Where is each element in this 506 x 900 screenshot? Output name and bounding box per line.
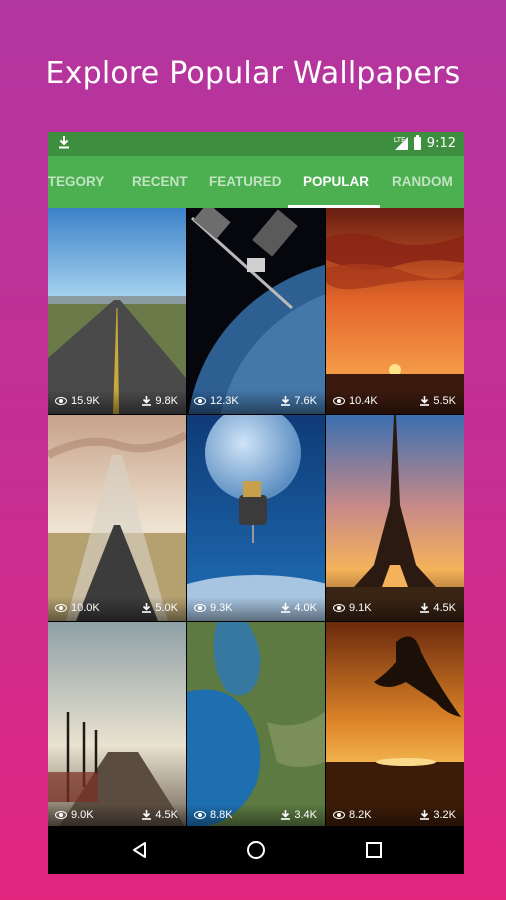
download-count: 7.6K — [294, 395, 317, 407]
wallpaper-tile-road[interactable]: 15.9K 9.8K — [48, 208, 186, 414]
download-count: 4.5K — [433, 602, 456, 614]
views-icon — [333, 397, 345, 405]
view-count: 9.0K — [71, 809, 94, 821]
back-icon[interactable] — [128, 838, 152, 862]
download-count: 4.5K — [155, 809, 178, 821]
dolphin-sunset-image — [326, 622, 464, 828]
downloads-icon — [281, 396, 291, 406]
download-count: 3.2K — [433, 809, 456, 821]
views-icon — [55, 397, 67, 405]
status-bar: LTE 9:12 — [48, 132, 464, 156]
downloads-icon — [420, 810, 430, 820]
tile-stats: 12.3K 7.6K — [187, 390, 325, 414]
wallpaper-tile-moon-satellite[interactable]: 9.3K 4.0K — [187, 415, 325, 621]
wallpaper-grid: 15.9K 9.8K 12.3K 7.6K 10.4K 5.5K 10.0K 5… — [48, 208, 464, 828]
wallpaper-tile-eiffel-tower[interactable]: 9.1K 4.5K — [326, 415, 464, 621]
tile-stats: 9.0K 4.5K — [48, 804, 186, 828]
signal-icon: LTE — [394, 136, 408, 150]
view-count: 8.2K — [349, 809, 372, 821]
downloads-icon — [142, 603, 152, 613]
view-count: 15.9K — [71, 395, 100, 407]
views-icon — [194, 397, 206, 405]
tab-category[interactable]: ATEGORY — [48, 156, 104, 208]
views-icon — [333, 604, 345, 612]
tab-bar: ATEGORY RECENT FEATURED POPULAR RANDOM — [48, 156, 464, 208]
tab-popular[interactable]: POPULAR — [303, 156, 369, 208]
downloads-icon — [142, 396, 152, 406]
tab-random[interactable]: RANDOM — [392, 156, 453, 208]
road-image — [48, 208, 186, 414]
clock: 9:12 — [426, 136, 456, 151]
view-count: 8.8K — [210, 809, 233, 821]
home-icon[interactable] — [244, 838, 268, 862]
pier-lamps-image — [48, 622, 186, 828]
tile-stats: 8.8K 3.4K — [187, 804, 325, 828]
download-count: 5.5K — [433, 395, 456, 407]
tile-stats: 15.9K 9.8K — [48, 390, 186, 414]
page-headline: Explore Popular Wallpapers — [45, 56, 461, 91]
wallpaper-tile-space-station[interactable]: 12.3K 7.6K — [187, 208, 325, 414]
tile-stats: 8.2K 3.2K — [326, 804, 464, 828]
downloads-icon — [420, 603, 430, 613]
view-count: 12.3K — [210, 395, 239, 407]
wallpaper-tile-pier-lamps[interactable]: 9.0K 4.5K — [48, 622, 186, 828]
tile-stats: 10.4K 5.5K — [326, 390, 464, 414]
view-count: 9.3K — [210, 602, 233, 614]
wallpaper-tile-desert-road[interactable]: 10.0K 5.0K — [48, 415, 186, 621]
downloads-icon — [281, 810, 291, 820]
tab-recent[interactable]: RECENT — [132, 156, 188, 208]
tab-featured[interactable]: FEATURED — [209, 156, 282, 208]
tile-stats: 9.3K 4.0K — [187, 597, 325, 621]
downloads-icon — [281, 603, 291, 613]
desert-road-image — [48, 415, 186, 621]
views-icon — [194, 811, 206, 819]
sunset-clouds-image — [326, 208, 464, 414]
views-icon — [194, 604, 206, 612]
download-count: 5.0K — [155, 602, 178, 614]
wallpaper-tile-dolphin-sunset[interactable]: 8.2K 3.2K — [326, 622, 464, 828]
views-icon — [55, 811, 67, 819]
navigation-bar — [48, 826, 464, 874]
battery-icon — [413, 135, 421, 150]
eiffel-tower-image — [326, 415, 464, 621]
recents-icon[interactable] — [362, 838, 386, 862]
download-count: 4.0K — [294, 602, 317, 614]
download-count: 3.4K — [294, 809, 317, 821]
moon-satellite-image — [187, 415, 325, 621]
space-station-image — [187, 208, 325, 414]
download-count: 9.8K — [155, 395, 178, 407]
downloads-icon — [420, 396, 430, 406]
phone-screen: LTE 9:12 ATEGORY RECENT FEATURED POPULAR… — [48, 132, 464, 874]
wallpaper-tile-earth-coast[interactable]: 8.8K 3.4K — [187, 622, 325, 828]
tile-stats: 9.1K 4.5K — [326, 597, 464, 621]
tile-stats: 10.0K 5.0K — [48, 597, 186, 621]
earth-coast-image — [187, 622, 325, 828]
view-count: 10.0K — [71, 602, 100, 614]
view-count: 10.4K — [349, 395, 378, 407]
view-count: 9.1K — [349, 602, 372, 614]
wallpaper-tile-sunset-clouds[interactable]: 10.4K 5.5K — [326, 208, 464, 414]
views-icon — [333, 811, 345, 819]
downloads-icon — [142, 810, 152, 820]
download-notification-icon — [58, 135, 70, 153]
views-icon — [55, 604, 67, 612]
